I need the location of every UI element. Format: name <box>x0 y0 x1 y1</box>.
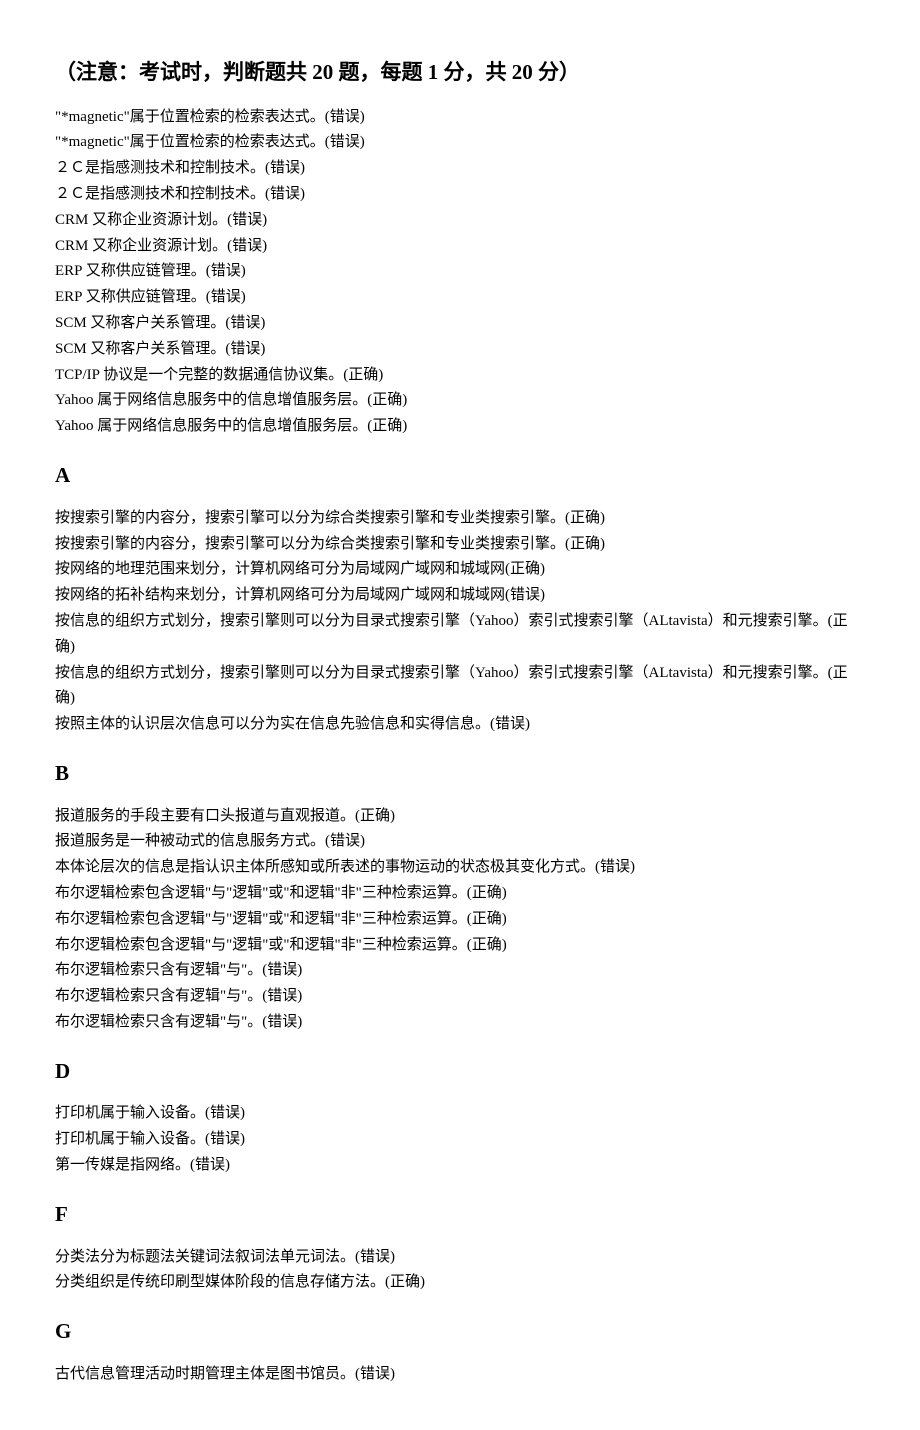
question-line: 分类组织是传统印刷型媒体阶段的信息存储方法。(正确) <box>55 1270 865 1296</box>
section-block: 报道服务的手段主要有口头报道与直观报道。(正确)报道服务是一种被动式的信息服务方… <box>55 804 865 1036</box>
page-title: （注意：考试时，判断题共 20 题，每题 1 分，共 20 分） <box>55 55 865 91</box>
section-heading: B <box>55 756 865 792</box>
section-heading: A <box>55 458 865 494</box>
intro-line: CRM 又称企业资源计划。(错误) <box>55 208 865 234</box>
intro-line: ２Ｃ是指感测技术和控制技术。(错误) <box>55 156 865 182</box>
question-line: 按网络的拓补结构来划分，计算机网络可分为局域网广域网和城域网(错误) <box>55 583 865 609</box>
question-line: 按信息的组织方式划分，搜索引擎则可以分为目录式搜索引擎（Yahoo）索引式搜索引… <box>55 609 865 661</box>
question-line: 布尔逻辑检索包含逻辑"与"逻辑"或"和逻辑"非"三种检索运算。(正确) <box>55 907 865 933</box>
question-line: 按搜索引擎的内容分，搜索引擎可以分为综合类搜索引擎和专业类搜索引擎。(正确) <box>55 532 865 558</box>
intro-line: ２Ｃ是指感测技术和控制技术。(错误) <box>55 182 865 208</box>
intro-line: TCP/IP 协议是一个完整的数据通信协议集。(正确) <box>55 363 865 389</box>
question-line: 第一传媒是指网络。(错误) <box>55 1153 865 1179</box>
question-line: 按照主体的认识层次信息可以分为实在信息先验信息和实得信息。(错误) <box>55 712 865 738</box>
section-heading: D <box>55 1054 865 1090</box>
section-heading: G <box>55 1314 865 1350</box>
intro-line: ERP 又称供应链管理。(错误) <box>55 285 865 311</box>
intro-line: ERP 又称供应链管理。(错误) <box>55 259 865 285</box>
intro-line: CRM 又称企业资源计划。(错误) <box>55 234 865 260</box>
section-block: 古代信息管理活动时期管理主体是图书馆员。(错误) <box>55 1362 865 1388</box>
question-line: 报道服务的手段主要有口头报道与直观报道。(正确) <box>55 804 865 830</box>
intro-line: "*magnetic"属于位置检索的检索表达式。(错误) <box>55 105 865 131</box>
section-block: 分类法分为标题法关键词法叙词法单元词法。(错误)分类组织是传统印刷型媒体阶段的信… <box>55 1245 865 1297</box>
question-line: 布尔逻辑检索只含有逻辑"与"。(错误) <box>55 984 865 1010</box>
intro-line: SCM 又称客户关系管理。(错误) <box>55 337 865 363</box>
question-line: 布尔逻辑检索包含逻辑"与"逻辑"或"和逻辑"非"三种检索运算。(正确) <box>55 881 865 907</box>
intro-line: SCM 又称客户关系管理。(错误) <box>55 311 865 337</box>
section-heading: F <box>55 1197 865 1233</box>
intro-block: "*magnetic"属于位置检索的检索表达式。(错误)"*magnetic"属… <box>55 105 865 440</box>
question-line: 布尔逻辑检索包含逻辑"与"逻辑"或"和逻辑"非"三种检索运算。(正确) <box>55 933 865 959</box>
intro-line: "*magnetic"属于位置检索的检索表达式。(错误) <box>55 130 865 156</box>
question-line: 按搜索引擎的内容分，搜索引擎可以分为综合类搜索引擎和专业类搜索引擎。(正确) <box>55 506 865 532</box>
section-block: 打印机属于输入设备。(错误)打印机属于输入设备。(错误)第一传媒是指网络。(错误… <box>55 1101 865 1178</box>
question-line: 打印机属于输入设备。(错误) <box>55 1101 865 1127</box>
question-line: 本体论层次的信息是指认识主体所感知或所表述的事物运动的状态极其变化方式。(错误) <box>55 855 865 881</box>
question-line: 古代信息管理活动时期管理主体是图书馆员。(错误) <box>55 1362 865 1388</box>
question-line: 分类法分为标题法关键词法叙词法单元词法。(错误) <box>55 1245 865 1271</box>
question-line: 按网络的地理范围来划分，计算机网络可分为局域网广域网和城域网(正确) <box>55 557 865 583</box>
intro-line: Yahoo 属于网络信息服务中的信息增值服务层。(正确) <box>55 388 865 414</box>
question-line: 按信息的组织方式划分，搜索引擎则可以分为目录式搜索引擎（Yahoo）索引式搜索引… <box>55 661 865 713</box>
intro-line: Yahoo 属于网络信息服务中的信息增值服务层。(正确) <box>55 414 865 440</box>
question-line: 布尔逻辑检索只含有逻辑"与"。(错误) <box>55 1010 865 1036</box>
question-line: 布尔逻辑检索只含有逻辑"与"。(错误) <box>55 958 865 984</box>
question-line: 打印机属于输入设备。(错误) <box>55 1127 865 1153</box>
question-line: 报道服务是一种被动式的信息服务方式。(错误) <box>55 829 865 855</box>
section-block: 按搜索引擎的内容分，搜索引擎可以分为综合类搜索引擎和专业类搜索引擎。(正确)按搜… <box>55 506 865 738</box>
